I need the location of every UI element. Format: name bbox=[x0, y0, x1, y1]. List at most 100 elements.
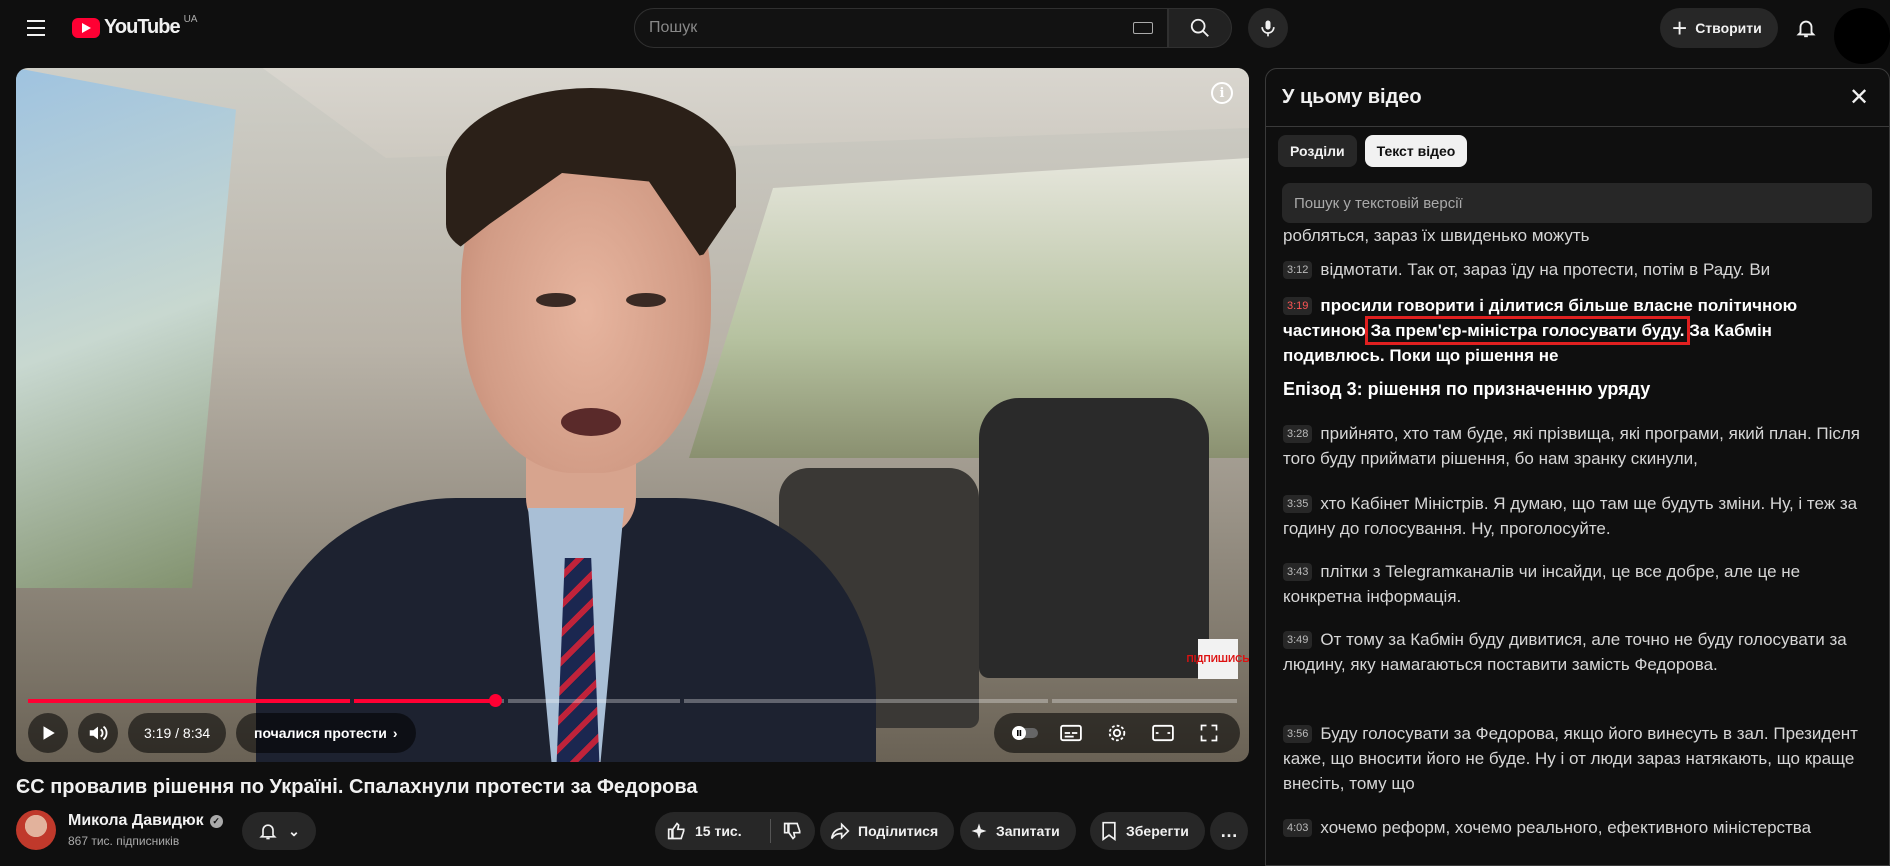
create-button[interactable]: + Створити bbox=[1660, 8, 1778, 48]
close-icon[interactable]: ✕ bbox=[1845, 84, 1873, 112]
right-controls bbox=[994, 713, 1240, 753]
fullscreen-icon[interactable] bbox=[1194, 718, 1224, 748]
video-player[interactable]: i ПІДПИШИСЬ 3:19 / 8:34 почалися протест… bbox=[16, 68, 1249, 762]
like-dislike-group: 15 тис. bbox=[655, 812, 815, 850]
transcript-text: плітки з Telegramканалів чи інсайди, це … bbox=[1283, 562, 1801, 606]
progress-chapter-2[interactable] bbox=[354, 699, 494, 703]
like-count[interactable]: 15 тис. bbox=[695, 823, 742, 839]
transcript-line[interactable]: 3:49 От тому за Кабмін буду дивитися, але… bbox=[1283, 627, 1873, 677]
transcript-line[interactable]: 3:56 Буду голосувати за Федорова, якщо йо… bbox=[1283, 721, 1873, 796]
account-avatar[interactable] bbox=[1834, 8, 1890, 64]
chevron-right-icon: › bbox=[392, 725, 398, 741]
transcript-list[interactable]: робляться, зараз їх швиденько можуть 3:1… bbox=[1266, 229, 1889, 865]
transcript-line[interactable]: 3:35 хто Кабінет Міністрів. Я думаю, що т… bbox=[1283, 491, 1873, 541]
transcript-text: От тому за Кабмін буду дивитися, але точ… bbox=[1283, 630, 1847, 674]
search-box bbox=[634, 8, 1168, 48]
transcript-text: робляться, зараз їх швиденько можуть bbox=[1283, 229, 1590, 245]
bell-icon bbox=[259, 824, 277, 840]
timestamp: 4:03 bbox=[1283, 819, 1313, 837]
progress-chapter-4[interactable] bbox=[684, 699, 1048, 703]
ask-label: Запитати bbox=[996, 823, 1060, 839]
sparkle-icon bbox=[971, 823, 987, 839]
menu-icon[interactable] bbox=[20, 14, 52, 42]
video-frame-person bbox=[536, 293, 576, 307]
transcript-line[interactable]: 3:43 плітки з Telegramканалів чи інсайди,… bbox=[1283, 559, 1873, 609]
timestamp: 3:35 bbox=[1283, 495, 1313, 513]
ask-button[interactable]: Запитати bbox=[960, 812, 1076, 850]
channel-name-row[interactable]: Микола Давидюк ✓ bbox=[68, 812, 223, 830]
youtube-logo[interactable]: YouTube UA bbox=[72, 14, 198, 39]
transcript-line[interactable]: 4:03 хочемо реформ, хочемо реального, ефе… bbox=[1283, 815, 1873, 840]
save-button[interactable]: Зберегти bbox=[1090, 812, 1205, 850]
share-label: Поділитися bbox=[858, 823, 939, 839]
tab-chapters[interactable]: Розділи bbox=[1278, 135, 1357, 167]
progress-chapter-5[interactable] bbox=[1052, 699, 1237, 703]
subtitles-icon[interactable] bbox=[1056, 718, 1086, 748]
transcript-panel: У цьому відео ✕ Розділи Текст відео робл… bbox=[1265, 68, 1890, 866]
info-icon[interactable]: i bbox=[1211, 82, 1233, 104]
share-button[interactable]: Поділитися bbox=[820, 812, 955, 850]
transcript-text: хто Кабінет Міністрів. Я думаю, що там щ… bbox=[1283, 494, 1858, 538]
bookmark-icon bbox=[1102, 821, 1116, 841]
channel-avatar[interactable] bbox=[16, 810, 56, 850]
channel-name[interactable]: Микола Давидюк bbox=[68, 812, 204, 830]
progress-chapter-3[interactable] bbox=[508, 699, 680, 703]
youtube-play-icon bbox=[72, 17, 100, 38]
transcript-line-partial[interactable]: робляться, зараз їх швиденько можуть bbox=[1283, 229, 1873, 248]
video-frame-person bbox=[561, 408, 621, 436]
transcript-text: прийнято, хто там буде, які прізвища, як… bbox=[1283, 424, 1861, 468]
timestamp: 3:28 bbox=[1283, 425, 1313, 443]
timestamp: 3:49 bbox=[1283, 631, 1313, 649]
chevron-down-icon: ⌄ bbox=[288, 822, 300, 839]
transcript-search bbox=[1282, 183, 1872, 223]
subscriber-count: 867 тис. підписників bbox=[68, 834, 180, 848]
dislike-icon[interactable] bbox=[783, 821, 803, 841]
progress-chapter-1[interactable] bbox=[28, 699, 350, 703]
transcript-line[interactable]: 3:28 прийнято, хто там буде, які прізвища… bbox=[1283, 421, 1873, 471]
panel-header: У цьому відео ✕ bbox=[1266, 69, 1889, 127]
logo-text: YouTube bbox=[104, 16, 181, 38]
settings-icon[interactable] bbox=[1102, 718, 1132, 748]
search-input[interactable] bbox=[649, 19, 1127, 37]
progress-bar[interactable] bbox=[28, 694, 1237, 707]
scrubber-handle[interactable] bbox=[489, 694, 502, 707]
transcript-search-input[interactable] bbox=[1294, 194, 1860, 212]
chapter-heading: Епізод 3: рішення по призначенню уряду bbox=[1283, 379, 1651, 399]
more-icon: … bbox=[1220, 820, 1238, 841]
voice-search-button[interactable] bbox=[1248, 8, 1288, 48]
save-label: Зберегти bbox=[1126, 823, 1189, 839]
create-label: Створити bbox=[1695, 20, 1762, 36]
chapter-label: почалися протести bbox=[254, 725, 387, 741]
volume-button[interactable] bbox=[78, 713, 118, 753]
transcript-line-active[interactable]: 3:19 просили говорити і ділитися більше в… bbox=[1283, 293, 1873, 368]
bell-icon bbox=[1796, 20, 1816, 38]
search-icon bbox=[1190, 18, 1209, 37]
timestamp: 3:43 bbox=[1283, 563, 1313, 581]
keyboard-icon[interactable] bbox=[1133, 22, 1153, 34]
subscribe-watermark[interactable]: ПІДПИШИСЬ bbox=[1186, 639, 1249, 679]
panel-tabs: Розділи Текст відео bbox=[1278, 135, 1468, 167]
video-frame-person bbox=[626, 293, 666, 307]
video-frame-seat bbox=[979, 398, 1209, 678]
highlighted-phrase: За прем'єр-міністра голосувати буду. bbox=[1365, 316, 1690, 345]
time-display: 3:19 / 8:34 bbox=[128, 713, 227, 753]
country-code: UA bbox=[183, 14, 198, 25]
video-frame-window bbox=[16, 68, 236, 588]
like-divider bbox=[770, 819, 771, 843]
like-icon[interactable] bbox=[667, 821, 687, 841]
autoplay-toggle[interactable] bbox=[1010, 718, 1040, 748]
search-button[interactable] bbox=[1168, 8, 1232, 48]
transcript-text: хочемо реформ, хочемо реального, ефектив… bbox=[1320, 818, 1812, 837]
volume-icon bbox=[89, 725, 108, 741]
notify-button[interactable]: ⌄ bbox=[242, 812, 316, 850]
timestamp: 3:19 bbox=[1283, 297, 1313, 315]
transcript-line[interactable]: 3:12 відмотати. Так от, зараз їду на прот… bbox=[1283, 257, 1873, 282]
more-actions-button[interactable]: … bbox=[1210, 812, 1248, 850]
tab-transcript[interactable]: Текст відео bbox=[1364, 135, 1468, 167]
video-title: ЄС провалив рішення по Україні. Спалахну… bbox=[16, 776, 698, 798]
notifications-button[interactable] bbox=[1788, 10, 1824, 46]
chapter-button[interactable]: почалися протести › bbox=[236, 713, 416, 753]
play-button[interactable] bbox=[28, 713, 68, 753]
theater-icon[interactable] bbox=[1148, 718, 1178, 748]
share-icon bbox=[830, 822, 850, 840]
